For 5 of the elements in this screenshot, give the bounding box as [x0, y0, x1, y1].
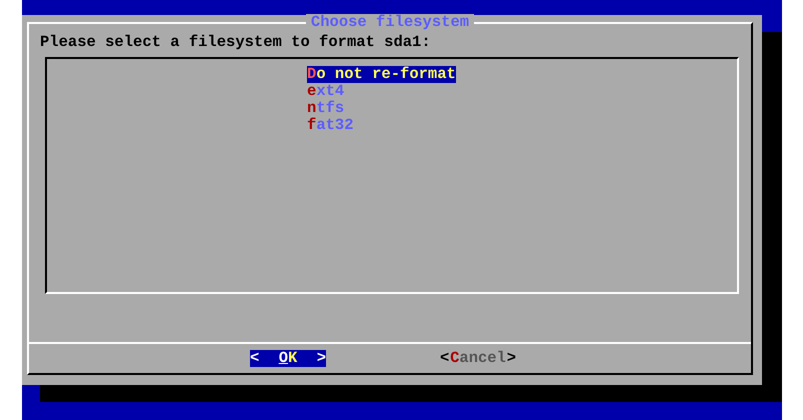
dialog-title: Choose filesystem [306, 14, 474, 31]
dialog-button[interactable]: < OK > [250, 350, 326, 367]
prompt-text: Please select a filesystem to format sda1: [40, 34, 432, 51]
filesystem-option[interactable]: Do not re-format [307, 66, 456, 83]
dialog-button[interactable]: <Cancel> [440, 350, 516, 367]
